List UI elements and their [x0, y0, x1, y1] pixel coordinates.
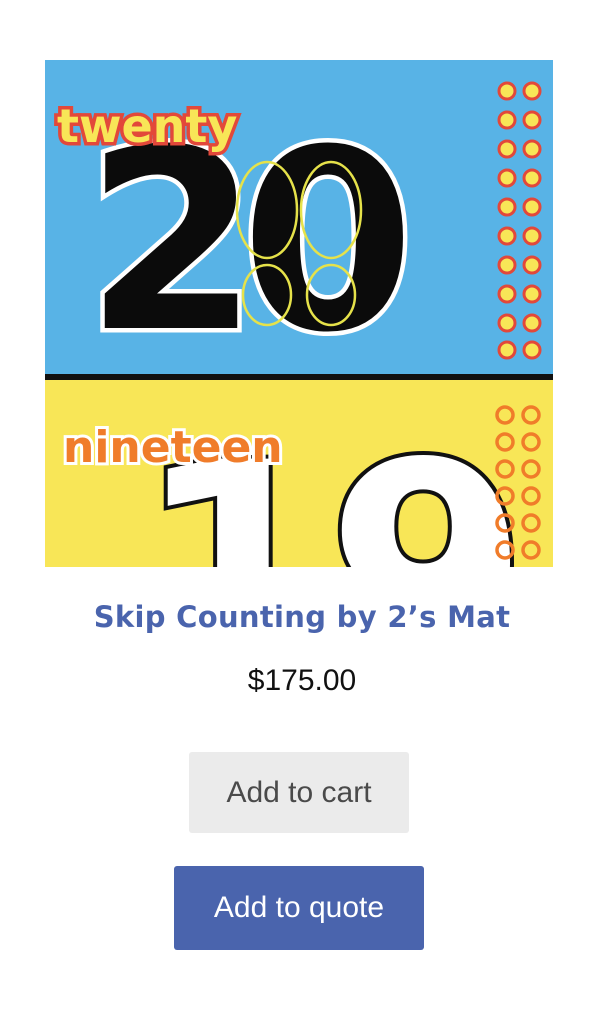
product-image[interactable]: 20 twenty nineteen — [45, 60, 553, 567]
word-top: twenty — [57, 99, 237, 153]
add-to-quote-label: Add to quote — [213, 891, 385, 924]
skip-counting-mat-illustration: 20 twenty nineteen — [45, 60, 553, 567]
word-bottom: nineteen — [63, 422, 283, 473]
add-to-cart-button[interactable]: Add to cart — [189, 752, 409, 833]
add-to-cart-label: Add to cart — [226, 775, 372, 809]
product-price: $175.00 — [247, 664, 357, 697]
product-card: 20 twenty nineteen Skip Counting by 2’s … — [0, 0, 604, 1016]
add-to-quote-button[interactable]: Add to quote — [174, 866, 424, 950]
product-title[interactable]: Skip Counting by 2’s Mat — [0, 600, 604, 634]
